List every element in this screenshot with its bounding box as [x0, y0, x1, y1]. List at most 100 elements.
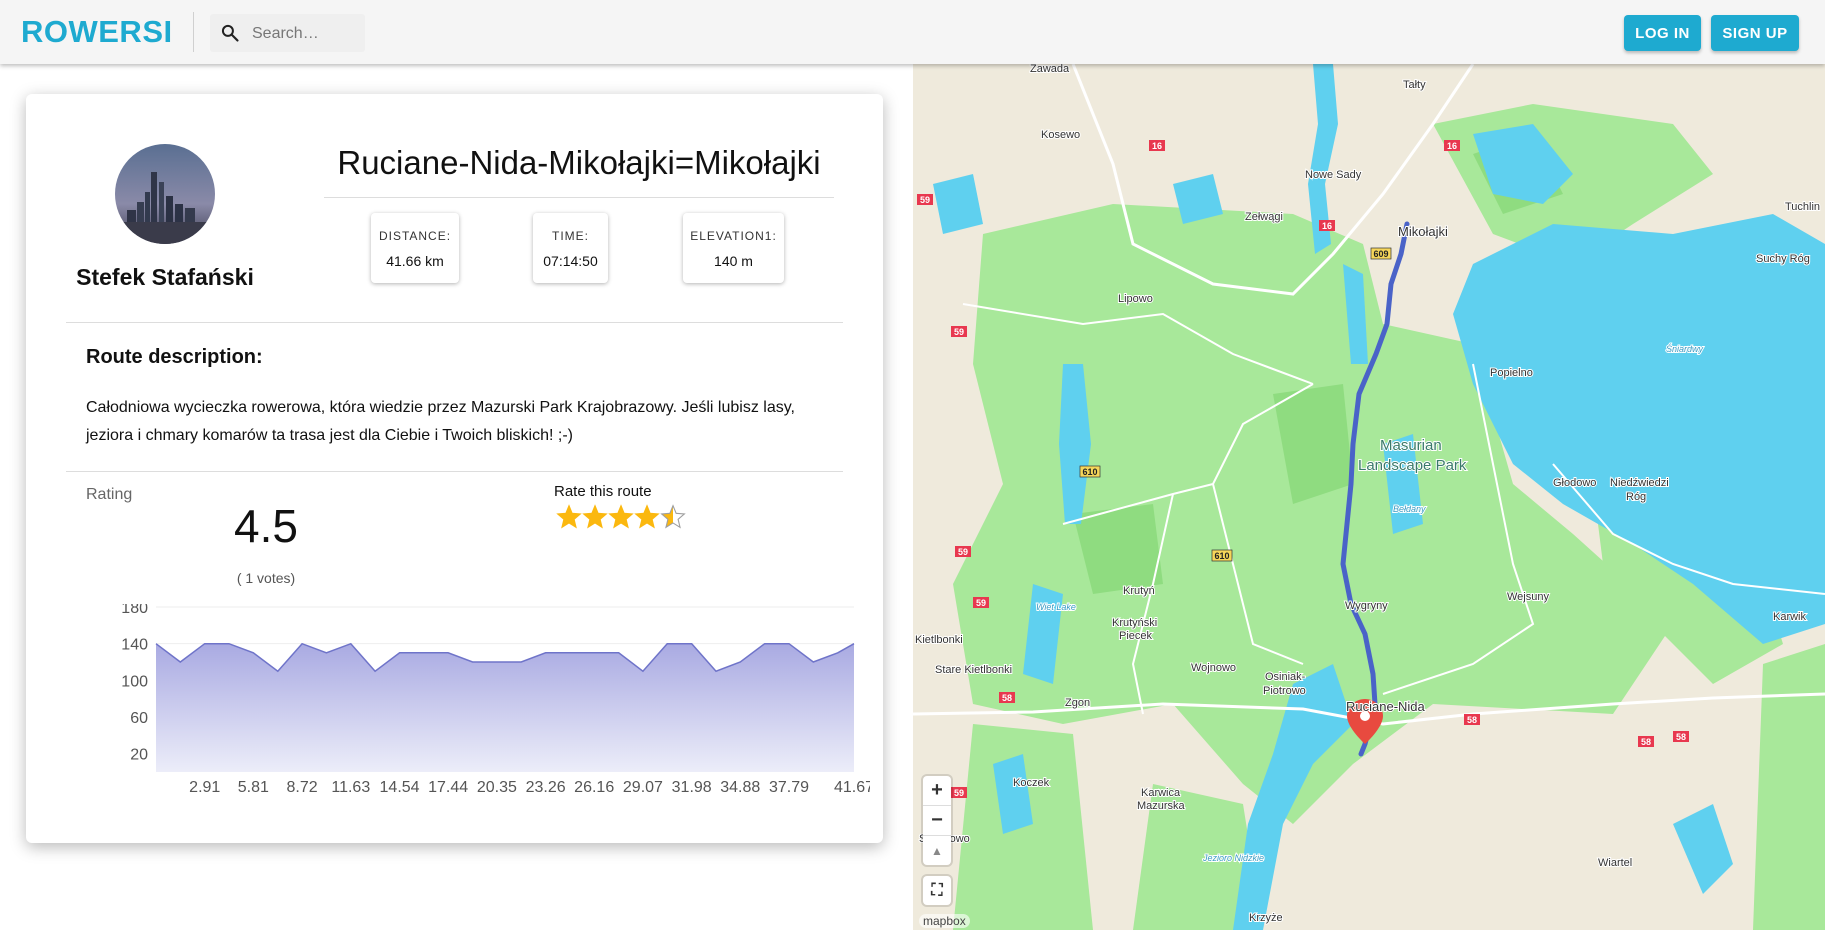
- star-icon[interactable]: [556, 504, 582, 530]
- x-tick-label: 41.67: [834, 779, 870, 796]
- title-divider: [324, 197, 834, 198]
- x-tick-label: 2.91: [189, 779, 220, 796]
- map-label: Masurian: [1380, 437, 1442, 454]
- svg-text:609: 609: [1373, 249, 1388, 259]
- map-label: Piotrowo: [1263, 685, 1306, 697]
- map-label: Kosewo: [1041, 129, 1080, 141]
- avatar-image: [115, 144, 215, 244]
- map-label: Wojnowo: [1191, 662, 1236, 674]
- y-tick-label: 100: [121, 673, 148, 690]
- star-icon[interactable]: [634, 504, 660, 530]
- user-name[interactable]: Stefek Stafański: [26, 264, 304, 291]
- compass-button[interactable]: ▲: [923, 836, 951, 865]
- map-label: Popielno: [1490, 367, 1533, 379]
- map-label: Zgon: [1065, 697, 1090, 709]
- map-label: Mazurska: [1137, 800, 1186, 812]
- map-label: Mikołajki: [1398, 224, 1448, 239]
- stat-time: TIME: 07:14:50: [533, 213, 608, 283]
- stat-elevation-label: ELEVATION1:: [690, 229, 777, 243]
- star-rating[interactable]: [556, 504, 686, 535]
- stat-time-value: 07:14:50: [543, 253, 598, 269]
- fullscreen-button[interactable]: ⛶: [923, 876, 951, 905]
- avatar[interactable]: [115, 144, 215, 244]
- svg-text:59: 59: [958, 547, 968, 557]
- fullscreen-control: ⛶: [923, 876, 951, 905]
- search-icon: [221, 24, 239, 42]
- map-label: Zawada: [1030, 64, 1070, 75]
- svg-text:58: 58: [1641, 737, 1651, 747]
- svg-text:16: 16: [1152, 141, 1162, 151]
- y-tick-label: 180: [121, 604, 148, 617]
- svg-text:59: 59: [920, 195, 930, 205]
- search-box[interactable]: [210, 14, 365, 52]
- map-label: Osiniak-: [1265, 671, 1306, 683]
- map-label: Bełdany: [1393, 504, 1426, 514]
- login-button[interactable]: LOG IN: [1624, 15, 1701, 51]
- x-tick-label: 29.07: [623, 779, 663, 796]
- x-tick-label: 14.54: [380, 779, 420, 796]
- map-label: Nowe Sady: [1305, 169, 1362, 181]
- map-label: Śniardwy: [1666, 343, 1704, 354]
- svg-text:58: 58: [1467, 715, 1477, 725]
- map-label: Tałty: [1403, 79, 1426, 91]
- x-tick-label: 11.63: [331, 779, 370, 796]
- map-label: Głodowo: [1553, 477, 1596, 489]
- app-bar-divider: [193, 12, 194, 52]
- zoom-out-button[interactable]: −: [923, 806, 951, 836]
- x-tick-label: 23.26: [526, 779, 566, 796]
- section-divider: [66, 322, 843, 323]
- x-tick-label: 34.88: [720, 779, 760, 796]
- app-logo[interactable]: ROWERSI: [21, 14, 173, 50]
- rating-label: Rating: [86, 486, 133, 503]
- map-label: Landscape Park: [1358, 457, 1467, 474]
- map-label: Ruciane-Nida: [1346, 699, 1426, 714]
- svg-text:610: 610: [1082, 467, 1097, 477]
- rate-route-label: Rate this route: [554, 483, 652, 500]
- x-tick-label: 37.79: [769, 779, 809, 796]
- star-icon[interactable]: [608, 504, 634, 530]
- zoom-in-button[interactable]: +: [923, 776, 951, 806]
- map-label: Karwica: [1141, 787, 1181, 799]
- x-tick-label: 20.35: [477, 779, 517, 796]
- star-icon[interactable]: [582, 504, 608, 530]
- map-label: Tuchlin: [1785, 201, 1820, 213]
- map-label: Róg: [1626, 491, 1646, 503]
- stat-time-label: TIME:: [552, 229, 589, 243]
- section-divider: [66, 471, 843, 472]
- x-tick-label: 26.16: [574, 779, 614, 796]
- map-label: Wejsuny: [1507, 591, 1549, 603]
- route-card: Stefek Stafański Ruciane-Nida-Mikołajki=…: [26, 94, 883, 843]
- zoom-control: + − ▲: [923, 776, 951, 865]
- x-tick-label: 5.81: [238, 779, 269, 796]
- star-icon[interactable]: [660, 504, 686, 530]
- map-label: Krzyże: [1249, 912, 1283, 924]
- votes-count: ( 1 votes): [236, 570, 296, 586]
- svg-text:58: 58: [1002, 693, 1012, 703]
- app-bar: ROWERSI LOG IN SIGN UP: [0, 0, 1825, 64]
- map-label: Jezioro Nidzkie: [1202, 853, 1264, 863]
- x-tick-label: 8.72: [286, 779, 317, 796]
- map-label: Koczek: [1013, 777, 1050, 789]
- map-label: Niedźwiedzi: [1610, 477, 1669, 489]
- map-label: Kietlbonki: [915, 634, 963, 646]
- route-map[interactable]: 16 16 16 59 59 59 59 609 610 610 58 58 5…: [913, 64, 1825, 930]
- stat-elevation-value: 140 m: [714, 253, 753, 269]
- svg-text:59: 59: [954, 788, 964, 798]
- elevation-chart: 180 140 100 60 20 2.91 5.81 8.72 11.63 14.54 17.44…: [121, 604, 870, 796]
- map-label: Zełwągi: [1245, 211, 1283, 223]
- route-title: Ruciane-Nida-Mikołajki=Mikołajki: [337, 144, 821, 181]
- map-label: Stare Kietlbonki: [935, 664, 1012, 676]
- description-text: Całodniowa wycieczka rowerowa, która wie…: [86, 399, 795, 444]
- signup-button[interactable]: SIGN UP: [1711, 15, 1799, 51]
- search-input[interactable]: [250, 22, 364, 46]
- elevation-area: [156, 643, 854, 772]
- map-label: Krutyński: [1112, 617, 1157, 629]
- svg-text:59: 59: [954, 327, 964, 337]
- svg-text:16: 16: [1322, 221, 1332, 231]
- svg-text:59: 59: [976, 598, 986, 608]
- map-canvas[interactable]: 16 16 16 59 59 59 59 609 610 610 58 58 5…: [913, 64, 1825, 930]
- map-label: Karwik: [1773, 611, 1807, 623]
- mapbox-logo[interactable]: mapbox: [919, 914, 970, 928]
- svg-text:16: 16: [1447, 141, 1457, 151]
- y-tick-label: 20: [130, 747, 148, 764]
